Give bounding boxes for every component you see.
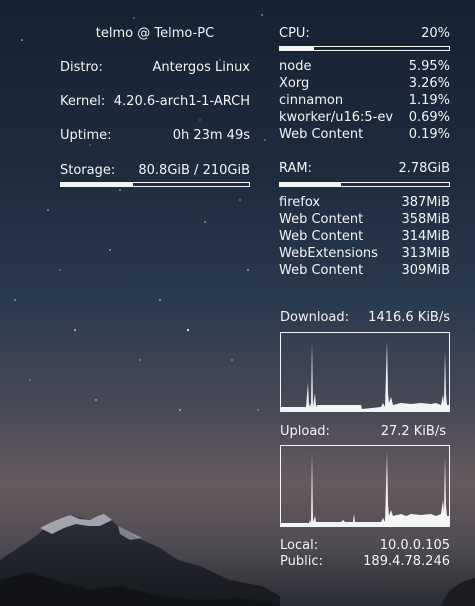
download-graph: [280, 332, 450, 412]
user-host-header: telmo @ Telmo-PC: [95, 26, 215, 41]
cpu-process-value: 0.69%: [408, 110, 450, 125]
distro-value: Antergos Linux: [152, 60, 250, 75]
ram-process-value: 314MiB: [401, 229, 450, 244]
ram-process-value: 309MiB: [401, 263, 450, 278]
upload-value: 27.2 KiB/s: [380, 424, 446, 439]
ram-process-name: Web Content: [279, 263, 364, 278]
ram-process-value: 387MiB: [401, 195, 450, 210]
cpu-value: 20%: [421, 26, 450, 41]
ram-panel: RAM: 2.78GiB firefox 387MiB Web Content …: [279, 161, 450, 281]
public-ip-label: Public:: [280, 554, 323, 569]
ram-process-value: 313MiB: [401, 246, 450, 261]
upload-graph: [280, 445, 450, 527]
uptime-value: 0h 23m 49s: [172, 128, 250, 143]
local-ip-label: Local:: [280, 538, 319, 553]
storage-label: Storage:: [60, 163, 116, 178]
download-value: 1416.6 KiB/s: [368, 310, 450, 325]
cpu-process-value: 0.19%: [408, 127, 450, 142]
ram-process-name: WebExtensions: [279, 246, 378, 261]
ram-usage-bar: [279, 182, 450, 187]
ram-process-value: 358MiB: [401, 212, 450, 227]
storage-value: 80.8GiB / 210GiB: [138, 163, 250, 178]
ram-process-name: Web Content: [279, 229, 364, 244]
cpu-process-name: Xorg: [279, 76, 310, 91]
ram-process-name: firefox: [279, 195, 321, 210]
cpu-process-value: 5.95%: [408, 59, 450, 74]
cpu-process-name: node: [279, 59, 312, 74]
download-label: Download:: [280, 310, 349, 325]
cpu-process-value: 1.19%: [408, 93, 450, 108]
download-graph-trace: [281, 341, 449, 411]
cpu-panel: CPU: 20% node 5.95% Xorg 3.26% cinnamon …: [279, 24, 450, 144]
storage-usage-bar: [60, 182, 250, 187]
ram-label: RAM:: [279, 161, 312, 176]
public-ip-value: 189.4.78.246: [363, 554, 450, 569]
distro-label: Distro:: [60, 60, 103, 75]
cpu-process-name: Web Content: [279, 127, 364, 142]
cpu-process-name: cinnamon: [279, 93, 344, 108]
kernel-label: Kernel:: [60, 94, 106, 109]
cpu-usage-fill: [280, 47, 314, 50]
network-panel: Download: 1416.6 KiB/s Upload: 27.2 KiB/…: [280, 308, 450, 573]
cpu-process-value: 3.26%: [408, 76, 450, 91]
ram-process-name: Web Content: [279, 212, 364, 227]
kernel-value: 4.20.6-arch1-1-ARCH: [113, 94, 250, 109]
upload-label: Upload:: [280, 424, 330, 439]
storage-usage-fill: [61, 183, 134, 186]
cpu-label: CPU:: [279, 26, 310, 41]
upload-graph-trace: [281, 452, 449, 526]
cpu-usage-bar: [279, 46, 450, 51]
ram-usage-fill: [280, 183, 341, 186]
cpu-process-name: kworker/u16:5-ev: [279, 110, 394, 125]
system-info-panel: telmo @ Telmo-PC Distro: Antergos Linux …: [60, 24, 250, 194]
uptime-label: Uptime:: [60, 128, 112, 143]
ram-value: 2.78GiB: [398, 161, 450, 176]
local-ip-value: 10.0.0.105: [379, 538, 450, 553]
